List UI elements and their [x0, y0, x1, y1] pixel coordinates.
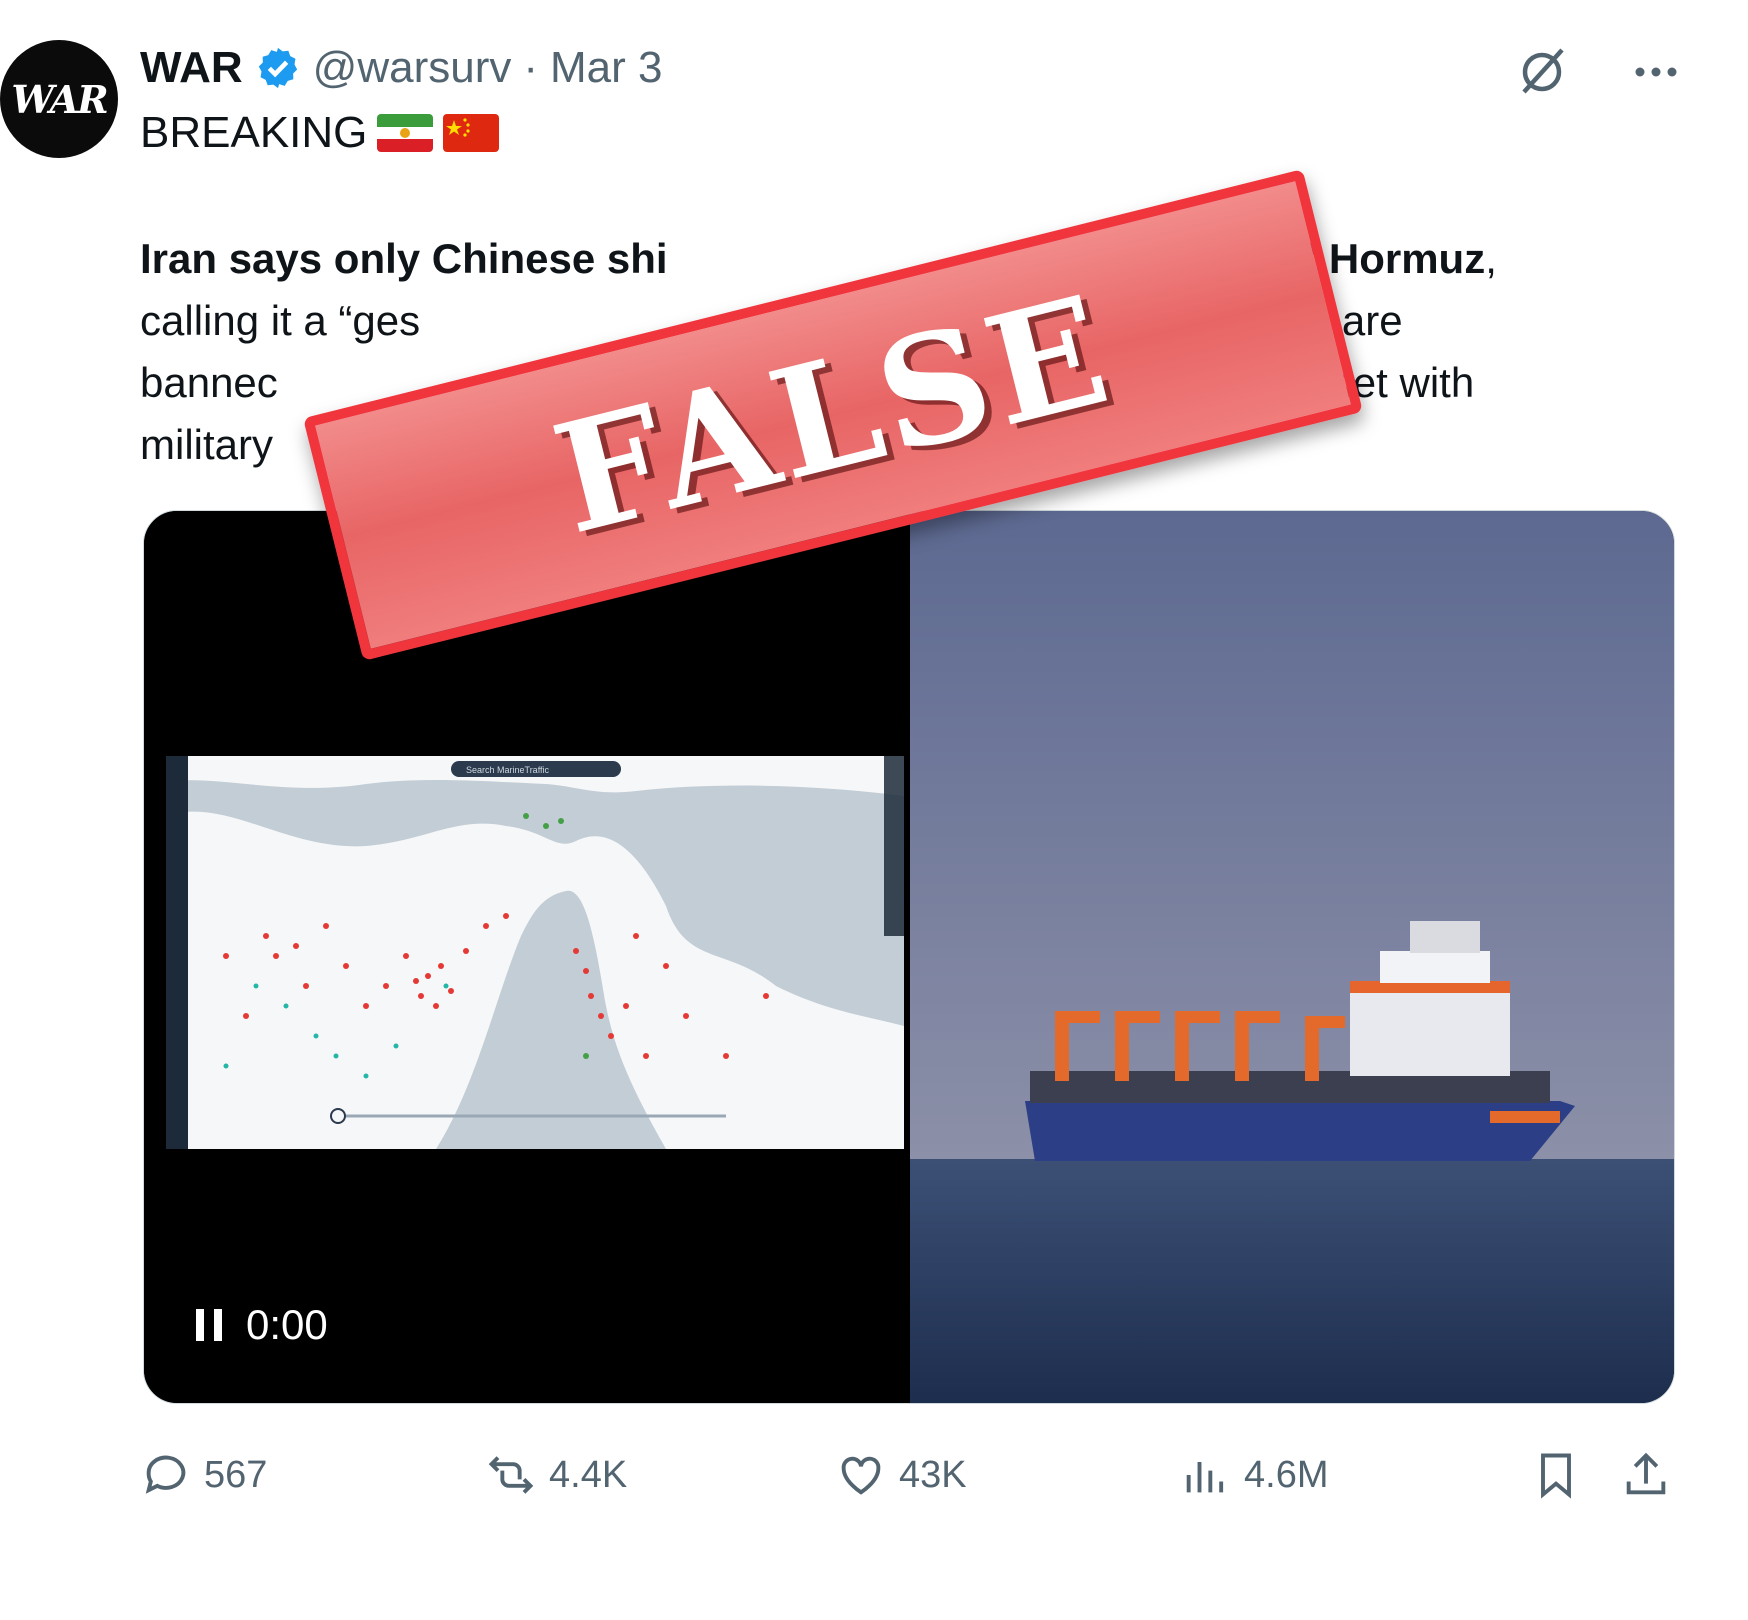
views-chart-icon: [1186, 1462, 1224, 1493]
views-count: 4.6M: [1244, 1453, 1329, 1496]
breaking-label: BREAKING: [140, 108, 368, 157]
body-line-2-b: vessels are: [1190, 297, 1403, 344]
body-bold-1: Iran says only Chinese shi: [140, 235, 668, 282]
china-flag-icon: [443, 114, 500, 152]
video-controls: 0:00: [194, 1301, 328, 1349]
grok-icon[interactable]: [1510, 40, 1574, 104]
avatar[interactable]: WAR: [0, 40, 118, 158]
author-handle[interactable]: @warsurv: [313, 43, 512, 93]
ship-tracking-map: Search MarineTraffic: [166, 756, 904, 1149]
body-bold-2: of Hormuz: [1277, 235, 1486, 282]
reply-count: 567: [204, 1453, 268, 1496]
repost-button[interactable]: 4.4K: [485, 1440, 627, 1510]
body-line-1-tail: ,: [1485, 235, 1497, 282]
body-line-3: bannec e met with: [140, 352, 1640, 414]
breaking-line: BREAKING: [140, 108, 500, 158]
body-line-4-a: military: [140, 421, 273, 468]
video-player[interactable]: Search MarineTraffic 0:00: [144, 511, 904, 1403]
tweet-header: WAR @warsurv · Mar 3: [140, 38, 662, 98]
verified-badge-icon: [258, 47, 297, 89]
tweet-action-bar: 567 4.4K 43K 4.6M: [140, 1440, 1680, 1510]
pause-icon[interactable]: [194, 1307, 224, 1343]
reply-button[interactable]: 567: [140, 1440, 267, 1510]
avatar-logo-text: WAR: [11, 76, 108, 122]
share-button[interactable]: [1620, 1440, 1672, 1510]
share-icon: [1626, 1452, 1666, 1495]
body-line-3-b: e met with: [1282, 359, 1475, 406]
bookmark-button[interactable]: [1530, 1440, 1582, 1510]
like-count: 43K: [899, 1453, 967, 1496]
body-line-2: calling it a “ges vessels are: [140, 290, 1640, 352]
tweet-body: Iran says only Chinese shi of Hormuz, cal…: [140, 228, 1640, 476]
iran-lion-sun-flag-icon: [377, 114, 434, 152]
repost-icon: [488, 1456, 534, 1494]
body-line-4: military: [140, 414, 1640, 476]
repost-count: 4.4K: [549, 1453, 628, 1496]
like-button[interactable]: 43K: [835, 1440, 967, 1510]
body-line-2-a: calling it a “ges: [140, 297, 421, 344]
tweet-top-actions: [1510, 40, 1688, 104]
video-timestamp: 0:00: [246, 1301, 328, 1348]
author-name[interactable]: WAR: [140, 43, 243, 93]
heart-icon: [841, 1456, 881, 1495]
ship-photo[interactable]: [910, 511, 1674, 1403]
bookmark-icon: [1541, 1453, 1571, 1499]
map-search-placeholder: Search MarineTraffic: [466, 765, 550, 775]
tweet-media[interactable]: Search MarineTraffic 0:00: [143, 510, 1675, 1404]
views-button[interactable]: 4.6M: [1180, 1440, 1328, 1510]
more-options-icon[interactable]: [1624, 40, 1688, 104]
header-separator: ·: [523, 43, 538, 92]
body-line-1: Iran says only Chinese shi of Hormuz,: [140, 228, 1640, 290]
reply-icon: [145, 1455, 186, 1494]
body-line-3-a: bannec: [140, 359, 278, 406]
tweet-date[interactable]: Mar 3: [550, 43, 662, 93]
